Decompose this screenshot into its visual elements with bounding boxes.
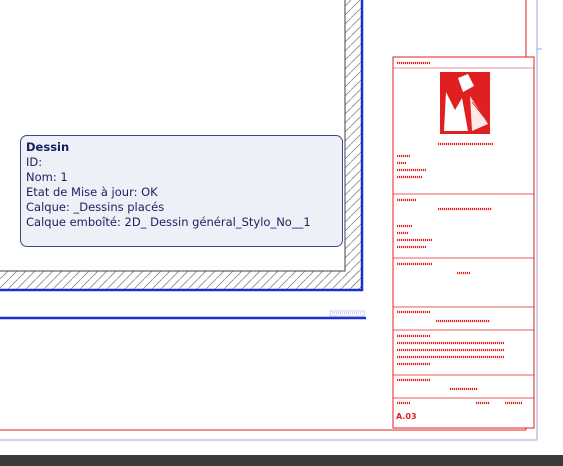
title-block[interactable] xyxy=(392,56,535,429)
tooltip-nested-layer-line: Calque emboîté: 2D_ Dessin général_Stylo… xyxy=(26,215,311,229)
status-bar xyxy=(0,455,563,466)
tooltip-layer-line: Calque: _Dessins placés xyxy=(26,200,165,214)
tooltip-name-line: Nom: 1 xyxy=(26,170,68,184)
section-line xyxy=(0,310,366,320)
red-stair-logo-icon xyxy=(440,72,490,134)
sheet-number: A.03 xyxy=(396,412,417,421)
tooltip-id-line: ID: xyxy=(26,155,43,169)
tooltip-title: Dessin xyxy=(26,140,70,154)
drawing-info-tooltip: Dessin ID: Nom: 1 Etat de Mise à jour: O… xyxy=(20,135,343,247)
tooltip-update-state-line: Etat de Mise à jour: OK xyxy=(26,185,158,199)
vertical-scrollbar[interactable] xyxy=(546,0,563,445)
